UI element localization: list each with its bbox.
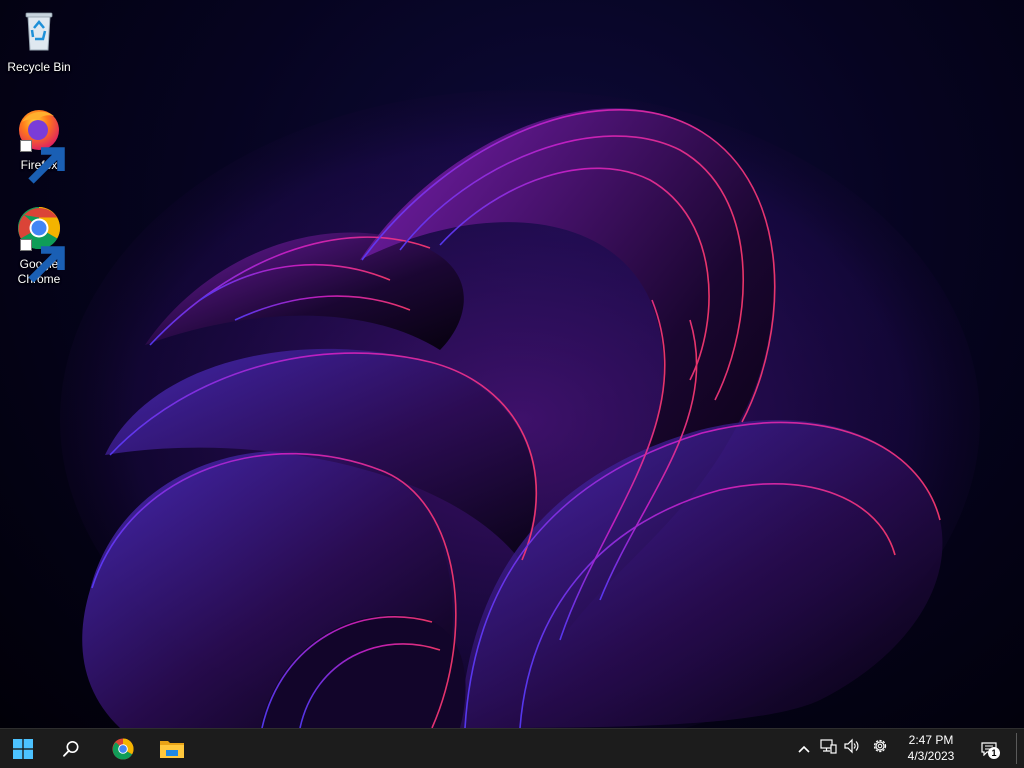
search-button[interactable] [52,729,90,768]
show-desktop-button[interactable] [1016,733,1017,764]
desktop-icon-firefox[interactable]: Firefox [4,104,74,184]
notification-count-badge: 1 [988,746,1000,759]
clock[interactable]: 2:47 PM 4/3/2023 [896,732,966,764]
settings-gear-icon [871,737,889,760]
desktop-icon-label: Recycle Bin [7,60,71,74]
desktop-icon-google-chrome[interactable]: Google Chrome [4,203,74,287]
wallpaper-bloom [60,90,980,728]
taskbar: 2:47 PM 4/3/2023 1 [0,728,1024,768]
taskbar-chrome-button[interactable] [104,729,142,768]
file-explorer-icon [159,738,185,760]
clock-time: 2:47 PM [908,733,954,747]
network-icon [819,738,837,759]
chrome-icon [14,203,65,283]
desktop-icon-recycle-bin[interactable]: Recycle Bin [4,6,74,75]
settings-button[interactable] [869,729,891,768]
volume-icon [843,738,861,759]
volume-button[interactable] [841,729,863,768]
shortcut-arrow-icon [20,239,65,283]
clock-date: 4/3/2023 [907,749,955,763]
windows-start-icon [13,738,33,759]
network-button[interactable] [817,729,839,768]
chevron-up-icon [798,740,810,758]
start-button[interactable] [4,729,42,768]
shortcut-arrow-icon [20,140,65,184]
chrome-icon [111,737,135,761]
recycle-bin-icon [14,6,64,56]
notifications-button[interactable]: 1 [977,729,1001,768]
taskbar-file-explorer-button[interactable] [152,729,192,768]
firefox-icon [14,104,65,184]
search-icon [62,740,80,758]
notification-icon: 1 [981,741,1000,759]
show-hidden-icons-button[interactable] [794,729,814,768]
desktop[interactable]: Recycle Bin Firefox Google Chrome [0,0,1024,728]
